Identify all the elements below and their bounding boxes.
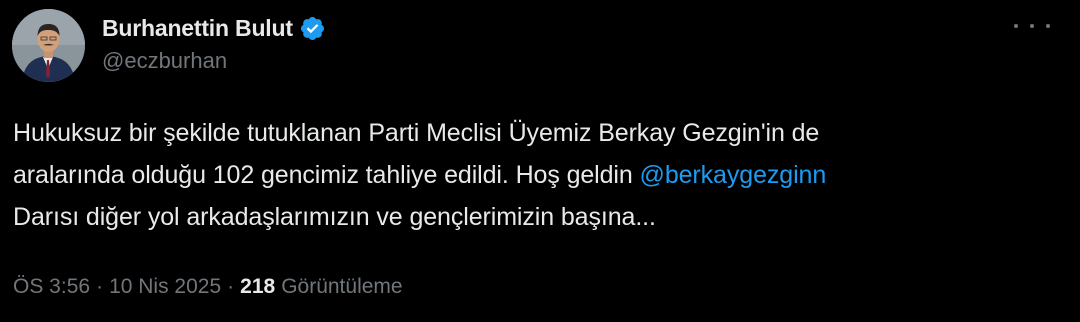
- tweet-text-line: Hukuksuz bir şekilde tutuklanan Parti Me…: [13, 119, 820, 147]
- tweet-text: Hukuksuz bir şekilde tutuklanan Parti Me…: [13, 112, 1063, 238]
- tweet-text-line: Darısı diğer yol arkadaşlarımızın ve gen…: [13, 203, 656, 231]
- meta-separator: ·: [227, 275, 235, 298]
- views-label: Görüntüleme: [281, 275, 403, 298]
- verified-badge-icon[interactable]: [299, 15, 326, 42]
- author-name[interactable]: Burhanettin Bulut: [102, 15, 293, 42]
- avatar[interactable]: [12, 9, 85, 82]
- more-dot: [1046, 24, 1050, 28]
- tweet-meta: ÖS 3:56 · 10 Nis 2025 · 218 Görüntüleme: [13, 275, 403, 299]
- tweet-text-segment: aralarında olduğu 102 gencimiz tahliye e…: [13, 161, 640, 189]
- mention-link[interactable]: @berkaygezginn: [640, 161, 827, 189]
- meta-separator: ·: [96, 275, 104, 298]
- tweet-date[interactable]: 10 Nis 2025: [109, 275, 221, 299]
- author-handle[interactable]: @eczburhan: [102, 48, 326, 74]
- more-dot: [1014, 24, 1018, 28]
- tweet-text-line: aralarında olduğu 102 gencimiz tahliye e…: [13, 154, 1063, 196]
- views-count[interactable]: 218: [240, 275, 275, 299]
- tweet-header: Burhanettin Bulut @eczburhan: [102, 12, 326, 74]
- more-options-icon[interactable]: [1014, 14, 1050, 38]
- tweet-time[interactable]: ÖS 3:56: [13, 275, 90, 299]
- tweet-card: Burhanettin Bulut @eczburhan Hukuksuz bi…: [0, 0, 1080, 322]
- more-dot: [1030, 24, 1034, 28]
- author-name-row: Burhanettin Bulut: [102, 12, 326, 44]
